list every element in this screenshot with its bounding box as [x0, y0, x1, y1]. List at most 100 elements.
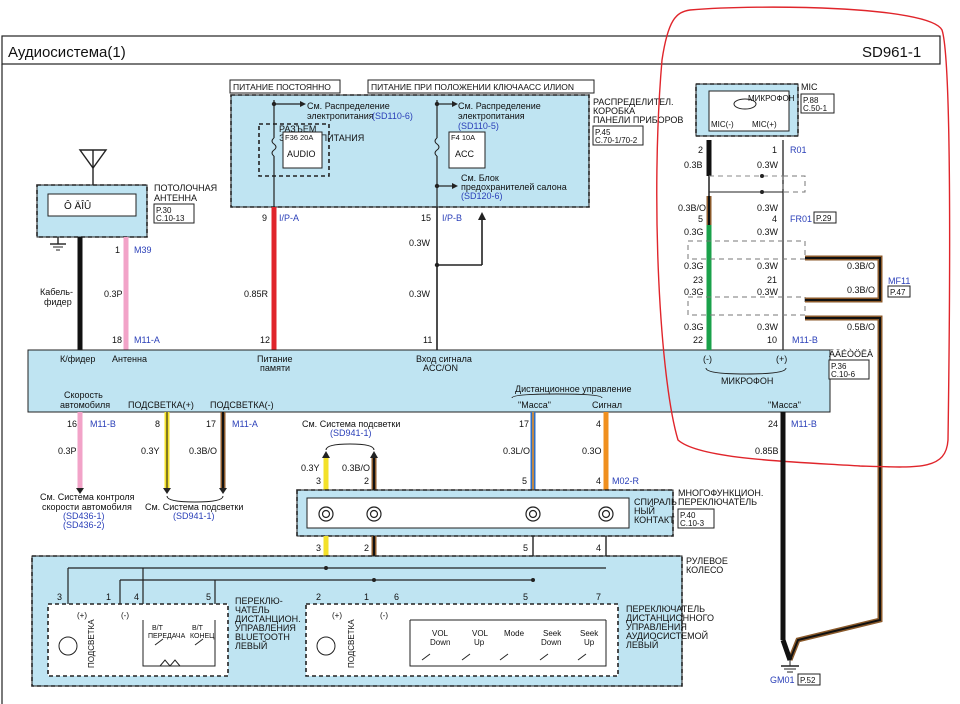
svg-text:17: 17 — [206, 419, 216, 429]
svg-text:0.3W: 0.3W — [409, 289, 431, 299]
svg-text:2: 2 — [364, 543, 369, 553]
svg-text:I/P-A: I/P-A — [279, 213, 299, 223]
svg-text:C.10-6: C.10-6 — [831, 370, 856, 379]
svg-text:0.3O: 0.3O — [582, 446, 602, 456]
svg-text:Down: Down — [430, 638, 450, 647]
svg-text:0.3G: 0.3G — [684, 261, 704, 271]
svg-text:GM01: GM01 — [770, 675, 795, 685]
svg-text:I/P-B: I/P-B — [442, 213, 462, 223]
svg-text:ACC/ON: ACC/ON — [423, 363, 458, 373]
svg-text:0.3L/O: 0.3L/O — [503, 446, 530, 456]
svg-text:Seek: Seek — [543, 629, 562, 638]
svg-text:4: 4 — [596, 543, 601, 553]
svg-text:(SD110-6): (SD110-6) — [372, 111, 413, 121]
svg-text:B/T: B/T — [192, 625, 204, 632]
svg-text:КОНТАКТ: КОНТАКТ — [634, 515, 675, 525]
svg-text:(-): (-) — [121, 611, 129, 620]
svg-text:MIC(+): MIC(+) — [752, 120, 777, 129]
svg-text:0.3W: 0.3W — [409, 238, 431, 248]
svg-text:0.3W: 0.3W — [757, 203, 779, 213]
svg-text:6: 6 — [394, 592, 399, 602]
svg-text:0.85R: 0.85R — [244, 289, 269, 299]
svg-text:C.10-13: C.10-13 — [156, 214, 185, 223]
wiring-diagram: Аудиосистема(1) SD961-1 ПИТАНИЕ ПОСТОЯНН… — [1, 6, 951, 704]
svg-text:FR01: FR01 — [790, 214, 812, 224]
svg-text:C.10-3: C.10-3 — [680, 519, 705, 528]
svg-text:0.3B: 0.3B — [684, 160, 703, 170]
diagram-title: Аудиосистема(1) — [8, 44, 126, 61]
svg-text:M11-A: M11-A — [232, 419, 258, 429]
svg-text:(SD941-1): (SD941-1) — [330, 428, 372, 438]
svg-text:0.3W: 0.3W — [757, 160, 779, 170]
power-key-label: ПИТАНИЕ ПРИ ПОЛОЖЕНИИ КЛЮЧААСС ИЛИON — [371, 82, 574, 92]
svg-text:Антенна: Антенна — [112, 354, 147, 364]
svg-text:ПОДСВЕТКА(-): ПОДСВЕТКА(-) — [210, 400, 274, 410]
diagram-code: SD961-1 — [862, 44, 921, 61]
svg-text:22: 22 — [693, 335, 703, 345]
svg-text:"Масса": "Масса" — [768, 400, 801, 410]
svg-text:Кабель-: Кабель- — [40, 287, 73, 297]
svg-text:0.3G: 0.3G — [684, 227, 704, 237]
svg-text:12: 12 — [260, 335, 270, 345]
svg-text:МИКРОФОН: МИКРОФОН — [721, 376, 773, 386]
fuse-acc-rating: F4 10A — [451, 133, 475, 142]
svg-text:0.3G: 0.3G — [684, 322, 704, 332]
svg-text:1: 1 — [106, 592, 111, 602]
svg-text:памяти: памяти — [260, 363, 290, 373]
svg-text:К/фидер: К/фидер — [60, 354, 95, 364]
svg-text:Mode: Mode — [504, 629, 525, 638]
svg-text:0.85B: 0.85B — [755, 446, 779, 456]
svg-text:(SD110-5): (SD110-5) — [458, 121, 499, 131]
svg-text:9: 9 — [262, 213, 267, 223]
svg-text:ПОДСВЕТКА: ПОДСВЕТКА — [347, 619, 356, 668]
svg-text:(-): (-) — [380, 611, 388, 620]
svg-text:"Масса": "Масса" — [518, 400, 551, 410]
svg-text:(-): (-) — [703, 354, 712, 364]
svg-text:16: 16 — [67, 419, 77, 429]
svg-text:8: 8 — [155, 419, 160, 429]
svg-text:3: 3 — [316, 543, 321, 553]
svg-text:2: 2 — [698, 145, 703, 155]
svg-text:23: 23 — [693, 275, 703, 285]
svg-text:электропитания: электропитания — [307, 111, 374, 121]
svg-text:C.70-1/70-2: C.70-1/70-2 — [595, 136, 638, 145]
svg-text:Up: Up — [584, 638, 595, 647]
svg-text:4: 4 — [772, 214, 777, 224]
svg-text:5: 5 — [698, 214, 703, 224]
svg-text:MIC(-): MIC(-) — [711, 120, 734, 129]
svg-text:21: 21 — [767, 275, 777, 285]
svg-text:0.3B/O: 0.3B/O — [847, 285, 875, 295]
svg-text:M02-R: M02-R — [612, 476, 640, 486]
svg-text:4: 4 — [596, 419, 601, 429]
svg-text:ПАНЕЛИ ПРИБОРОВ: ПАНЕЛИ ПРИБОРОВ — [593, 115, 683, 125]
svg-text:11: 11 — [423, 335, 432, 345]
svg-text:(SD436-2): (SD436-2) — [63, 520, 105, 530]
svg-text:15: 15 — [421, 213, 431, 223]
svg-text:0.3P: 0.3P — [104, 289, 123, 299]
header-bar — [1, 35, 941, 65]
svg-text:P.47: P.47 — [890, 288, 906, 297]
svg-text:5: 5 — [523, 592, 528, 602]
svg-text:0.3B/O: 0.3B/O — [189, 446, 217, 456]
svg-text:ПОТОЛОЧНАЯ: ПОТОЛОЧНАЯ — [154, 183, 217, 193]
svg-text:0.3W: 0.3W — [757, 261, 779, 271]
svg-text:1: 1 — [364, 592, 369, 602]
svg-text:0.3B/O: 0.3B/O — [678, 203, 706, 213]
svg-text:Скорость: Скорость — [64, 390, 103, 400]
svg-text:Up: Up — [474, 638, 485, 647]
fuse-acc-name: ACC — [455, 149, 475, 159]
svg-text:фидер: фидер — [44, 297, 72, 307]
svg-text:MIC: MIC — [801, 82, 818, 92]
svg-text:(SD941-1): (SD941-1) — [173, 511, 215, 521]
svg-text:R01: R01 — [790, 145, 807, 155]
svg-text:КОЛЕСО: КОЛЕСО — [686, 565, 723, 575]
svg-text:ÄÄÉÒÖËÀ: ÄÄÉÒÖËÀ — [829, 349, 873, 359]
fuse-audio-name: AUDIO — [287, 149, 316, 159]
svg-text:M11-B: M11-B — [792, 335, 818, 345]
svg-text:0.3W: 0.3W — [757, 322, 779, 332]
svg-text:электропитания: электропитания — [458, 111, 525, 121]
svg-text:Сигнал: Сигнал — [592, 400, 622, 410]
svg-text:(+): (+) — [332, 611, 342, 620]
svg-text:0.3B/O: 0.3B/O — [342, 463, 370, 473]
svg-text:автомобиля: автомобиля — [60, 400, 110, 410]
